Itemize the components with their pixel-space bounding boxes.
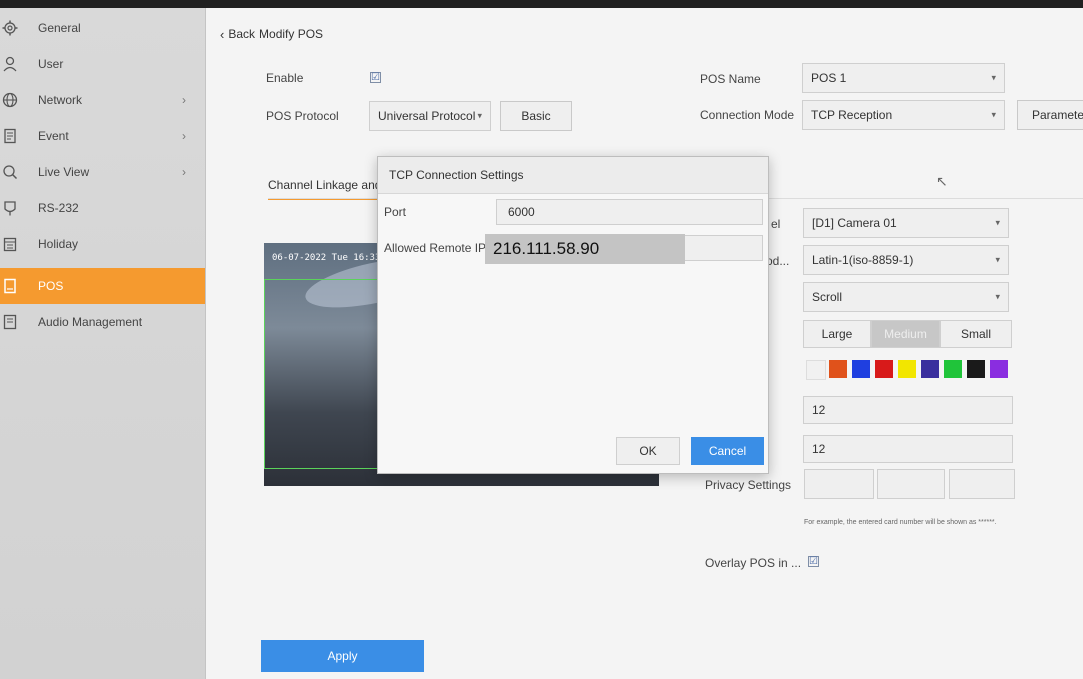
mouse-cursor-icon: ↖ [936,173,948,189]
chevron-down-icon: ▾ [477,110,482,121]
encoding-value: Latin-1(iso-8859-1) [812,253,914,267]
chevron-down-icon: ▾ [991,72,996,83]
user-icon [2,56,18,72]
sidebar-item-label: Live View [38,165,90,179]
value-field-1[interactable]: 12 [803,396,1013,424]
connection-mode-label: Connection Mode [700,108,795,122]
pos-name-label: POS Name [700,72,761,86]
privacy-field-2[interactable] [877,469,945,499]
live-view-icon [2,164,18,180]
font-size-medium[interactable]: Medium [871,320,940,348]
chevron-left-icon: ‹ [220,27,225,42]
port-label: Port [384,205,407,219]
channel-label: el [771,217,781,231]
value-field-2[interactable]: 12 [803,435,1013,463]
overlay-mode-value: Scroll [812,290,843,304]
pos-name-value: POS 1 [811,71,847,85]
color-swatch[interactable] [967,360,985,378]
sidebar-item-general[interactable]: General [0,10,205,46]
sidebar-item-holiday[interactable]: Holiday [0,226,205,262]
sidebar-item-label: Event [38,129,69,143]
chevron-down-icon: ▾ [991,109,996,120]
tcp-connection-dialog: TCP Connection Settings Port 6000 Allowe… [377,156,769,474]
sidebar-item-event[interactable]: Event › [0,118,205,154]
preview-osd-timestamp: 06-07-2022 Tue 16:33 [272,253,381,263]
port-input[interactable]: 6000 [496,199,763,225]
back-link[interactable]: ‹ Back Modify POS [220,27,323,42]
sidebar-item-user[interactable]: User [0,46,205,82]
sidebar-item-label: POS [38,279,64,293]
pos-name-select[interactable]: POS 1 ▾ [802,63,1005,93]
sidebar-item-live-view[interactable]: Live View › [0,154,205,190]
gear-icon [2,20,18,36]
sidebar-item-label: Network [38,93,83,107]
event-icon [2,128,18,144]
chevron-right-icon: › [182,165,186,179]
privacy-hint: For example, the entered card number wil… [804,519,997,526]
dialog-title: TCP Connection Settings [378,157,768,194]
color-swatch[interactable] [829,360,847,378]
back-label: Back [228,27,256,41]
overlay-mode-select[interactable]: Scroll ▾ [803,282,1009,312]
privacy-field-1[interactable] [804,469,874,499]
page-title: Modify POS [259,27,324,41]
font-size-large[interactable]: Large [803,320,871,348]
sidebar-item-network[interactable]: Network › [0,82,205,118]
sidebar-item-audio-management[interactable]: Audio Management [0,304,205,340]
value-1: 12 [812,403,826,417]
enable-checkbox[interactable]: ☑ [370,72,381,83]
privacy-field-3[interactable] [949,469,1015,499]
value-2: 12 [812,442,826,456]
chevron-right-icon: › [182,93,186,107]
chevron-down-icon: ▾ [995,217,1000,228]
audio-icon [2,314,18,330]
sidebar-item-label: User [38,57,64,71]
encoding-select[interactable]: Latin-1(iso-8859-1) ▾ [803,245,1009,275]
privacy-settings-label: Privacy Settings [705,478,792,492]
pos-protocol-value: Universal Protocol [378,109,476,123]
color-swatch[interactable] [852,360,870,378]
globe-icon [2,92,18,108]
pos-protocol-select[interactable]: Universal Protocol ▾ [369,101,491,131]
sidebar-item-label: General [38,21,81,35]
holiday-icon [2,236,18,252]
connection-mode-select[interactable]: TCP Reception ▾ [802,100,1005,130]
color-swatch[interactable] [990,360,1008,378]
font-size-small[interactable]: Small [940,320,1012,348]
connection-mode-value: TCP Reception [811,108,893,122]
sidebar-item-label: Holiday [38,237,79,251]
allowed-ip-value: 216.111.58.90 [485,234,685,264]
screen: General User Network › Event › Live View… [0,8,1083,679]
basic-button[interactable]: Basic [500,101,572,131]
chevron-down-icon: ▾ [995,254,1000,265]
color-swatch[interactable] [898,360,916,378]
color-swatch[interactable] [875,360,893,378]
sidebar-item-label: Audio Management [38,315,143,329]
parameter-button[interactable]: Parameter [1017,100,1083,130]
enable-label: Enable [266,71,304,85]
channel-value: [D1] Camera 01 [812,216,897,230]
pos-icon [2,278,18,294]
channel-select[interactable]: [D1] Camera 01 ▾ [803,208,1009,238]
sidebar-item-label: RS-232 [38,201,79,215]
chevron-down-icon: ▾ [995,291,1000,302]
sidebar-item-pos[interactable]: POS [0,268,205,304]
apply-button[interactable]: Apply [261,640,424,672]
color-swatch[interactable] [944,360,962,378]
chevron-right-icon: › [182,129,186,143]
pos-protocol-label: POS Protocol [266,109,339,123]
color-swatch[interactable] [806,360,826,380]
cancel-button[interactable]: Cancel [691,437,764,465]
overlay-pos-checkbox[interactable]: ☑ [808,556,819,567]
sidebar: General User Network › Event › Live View… [0,8,206,679]
ok-button[interactable]: OK [616,437,680,465]
sidebar-item-rs232[interactable]: RS-232 [0,190,205,226]
main-panel: ‹ Back Modify POS Enable ☑ POS Protocol … [206,8,1083,679]
overlay-pos-label: Overlay POS in ... [705,556,802,570]
color-swatch[interactable] [921,360,939,378]
rs232-icon [2,200,18,216]
